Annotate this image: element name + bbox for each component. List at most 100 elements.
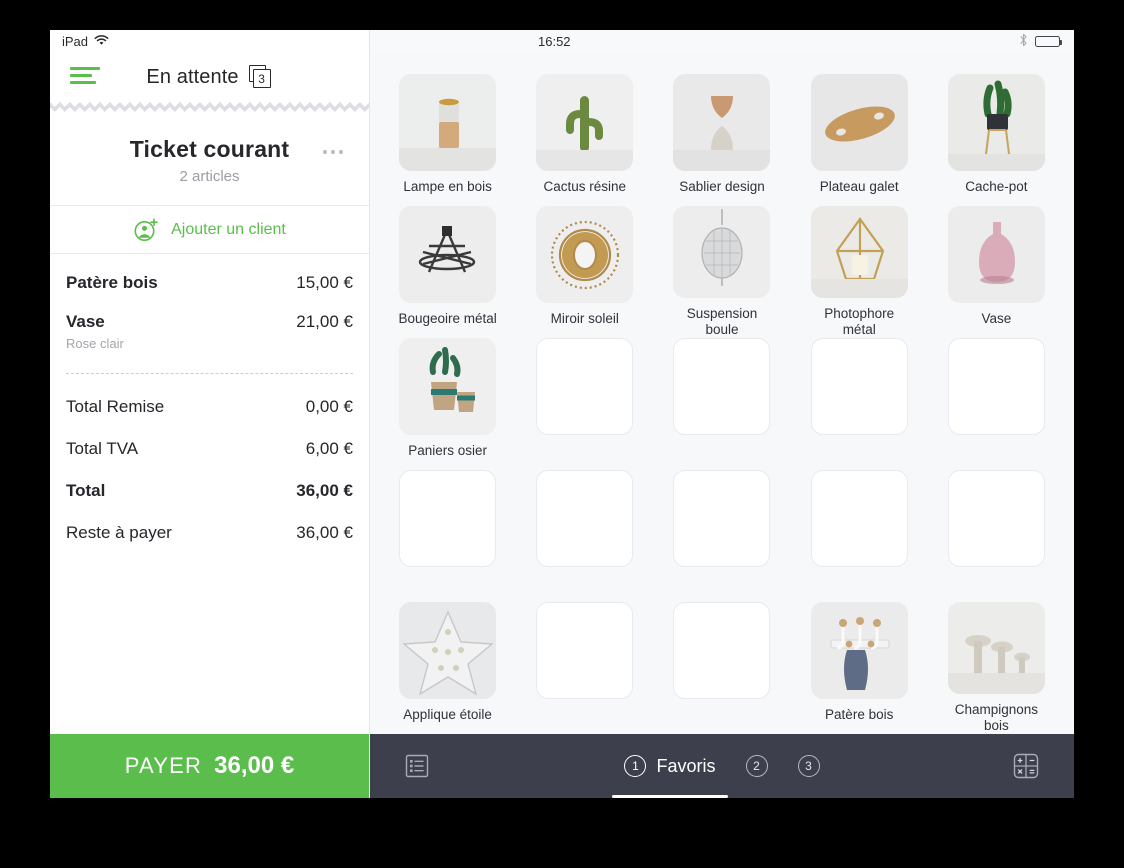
line-item-left: Vase Rose clair: [66, 312, 124, 351]
product-slot-empty[interactable]: [396, 470, 499, 602]
line-item-price: 21,00 €: [296, 312, 353, 331]
add-client-icon: [133, 217, 159, 243]
product-thumbnail: [536, 206, 634, 303]
product-label: Photophore métal: [824, 305, 895, 337]
ticket-panel: iPad En attente 3 Ticket courant 2 artic…: [50, 30, 370, 798]
dot-3: [339, 150, 343, 154]
pay-button[interactable]: PAYER 36,00 €: [50, 734, 369, 798]
add-client-label: Ajouter un client: [171, 220, 286, 238]
product-slot-empty[interactable]: [670, 602, 773, 734]
total-label: Reste à payer: [66, 523, 172, 542]
product-tile[interactable]: Suspension boule: [670, 206, 773, 338]
product-slot-empty[interactable]: [945, 470, 1048, 602]
ticket-line-item[interactable]: Vase Rose clair 21,00 €: [66, 293, 353, 351]
tab-page-3[interactable]: 3: [794, 755, 824, 777]
total-row-remise: Total Remise 0,00 €: [66, 386, 353, 428]
empty-slot-placeholder: [810, 470, 908, 567]
wifi-icon: [94, 34, 109, 49]
product-thumbnail: [810, 206, 908, 298]
product-tile[interactable]: Lampe en bois: [396, 74, 499, 206]
total-value: 6,00 €: [305, 439, 353, 458]
add-client-button[interactable]: Ajouter un client: [50, 206, 369, 254]
battery-icon: [1035, 35, 1062, 47]
product-slot-empty[interactable]: [533, 338, 636, 470]
clock: 16:52: [538, 33, 571, 49]
product-slot-empty[interactable]: [533, 470, 636, 602]
product-tile[interactable]: Miroir soleil: [533, 206, 636, 338]
tab-page-2[interactable]: 2: [742, 755, 772, 777]
product-tile[interactable]: Champignons bois: [945, 602, 1048, 734]
receipt-torn-edge: [50, 102, 369, 112]
pending-tickets-button[interactable]: En attente 3: [50, 65, 369, 89]
product-thumbnail: [947, 206, 1045, 303]
product-tile[interactable]: Cache-pot: [945, 74, 1048, 206]
calculator-icon[interactable]: [1012, 752, 1040, 780]
product-thumbnail: [810, 74, 908, 171]
empty-slot-placeholder: [810, 338, 908, 435]
product-thumbnail: [947, 602, 1045, 694]
tab-number: 2: [745, 755, 768, 777]
total-value: 36,00 €: [296, 523, 353, 542]
tab-active-underline: [612, 795, 728, 798]
product-slot-empty[interactable]: [670, 470, 773, 602]
dot-2: [331, 150, 335, 154]
product-grid: Lampe en bois Cactus résine Sablier design…: [370, 52, 1074, 734]
product-label: Suspension boule: [686, 305, 758, 337]
product-tile[interactable]: Cactus résine: [533, 74, 636, 206]
product-slot-empty[interactable]: [945, 338, 1048, 470]
page-tabs: 1 Favoris 2 3: [370, 755, 1074, 798]
ipad-screen: iPad En attente 3 Ticket courant 2 artic…: [50, 30, 1074, 798]
product-tile[interactable]: Vase: [945, 206, 1048, 338]
product-tile[interactable]: Plateau galet: [808, 74, 911, 206]
tab-number: 3: [797, 755, 820, 777]
product-label: Patère bois: [825, 707, 894, 722]
ticket-item-count: 2 articles: [179, 168, 240, 185]
product-thumbnail: [673, 74, 771, 171]
device-label: iPad: [62, 33, 89, 49]
product-thumbnail: [399, 206, 497, 303]
total-row-reste-a-payer: Reste à payer 36,00 €: [66, 512, 353, 554]
product-slot-empty[interactable]: [808, 338, 911, 470]
total-label: Total TVA: [66, 439, 139, 458]
total-row-total: Total 36,00 €: [66, 470, 353, 512]
product-tile[interactable]: Patère bois: [808, 602, 911, 734]
tab-favoris[interactable]: 1 Favoris: [612, 755, 728, 798]
product-label: Applique étoile: [403, 707, 492, 722]
line-item-name: Patère bois: [66, 273, 158, 292]
product-tile[interactable]: Sablier design: [670, 74, 773, 206]
product-label: Sablier design: [679, 179, 765, 194]
product-label: Vase: [981, 311, 1012, 326]
empty-slot-placeholder: [536, 602, 634, 699]
product-tile[interactable]: Photophore métal: [808, 206, 911, 338]
ticket-totals: Total Remise 0,00 € Total TVA 6,00 € Tot…: [50, 374, 369, 554]
product-tile[interactable]: Bougeoire métal: [396, 206, 499, 338]
ios-status-bar: 16:52: [370, 30, 1074, 52]
product-label: Paniers osier: [408, 443, 487, 458]
line-item-left: Patère bois: [66, 273, 158, 293]
page-title: Ticket courant: [129, 136, 290, 162]
ticket-line-item[interactable]: Patère bois 15,00 €: [66, 254, 353, 293]
total-row-tva: Total TVA 6,00 €: [66, 428, 353, 470]
product-slot-empty[interactable]: [808, 470, 911, 602]
empty-slot-placeholder: [536, 338, 634, 435]
product-panel: 16:52 Lampe en bois Cactus résine Sablier …: [370, 30, 1074, 798]
product-tile[interactable]: Applique étoile: [396, 602, 499, 734]
empty-slot-placeholder: [947, 338, 1045, 435]
product-tile[interactable]: Paniers osier: [396, 338, 499, 470]
empty-slot-placeholder: [673, 470, 771, 567]
product-thumbnail: [399, 602, 497, 699]
bluetooth-icon: [1019, 33, 1028, 50]
empty-slot-placeholder: [399, 470, 497, 567]
current-ticket-header: Ticket courant 2 articles: [50, 112, 369, 206]
product-label: Miroir soleil: [550, 311, 619, 326]
product-thumbnail: [536, 74, 634, 171]
product-slot-empty[interactable]: [533, 602, 636, 734]
product-slot-empty[interactable]: [670, 338, 773, 470]
product-label: Cache-pot: [965, 179, 1028, 194]
more-options-icon[interactable]: [323, 150, 343, 154]
dot-1: [323, 150, 327, 154]
pay-button-amount: 36,00 €: [214, 752, 295, 779]
product-label: Cactus résine: [543, 179, 627, 194]
line-item-price: 15,00 €: [296, 273, 353, 292]
empty-slot-placeholder: [947, 470, 1045, 567]
